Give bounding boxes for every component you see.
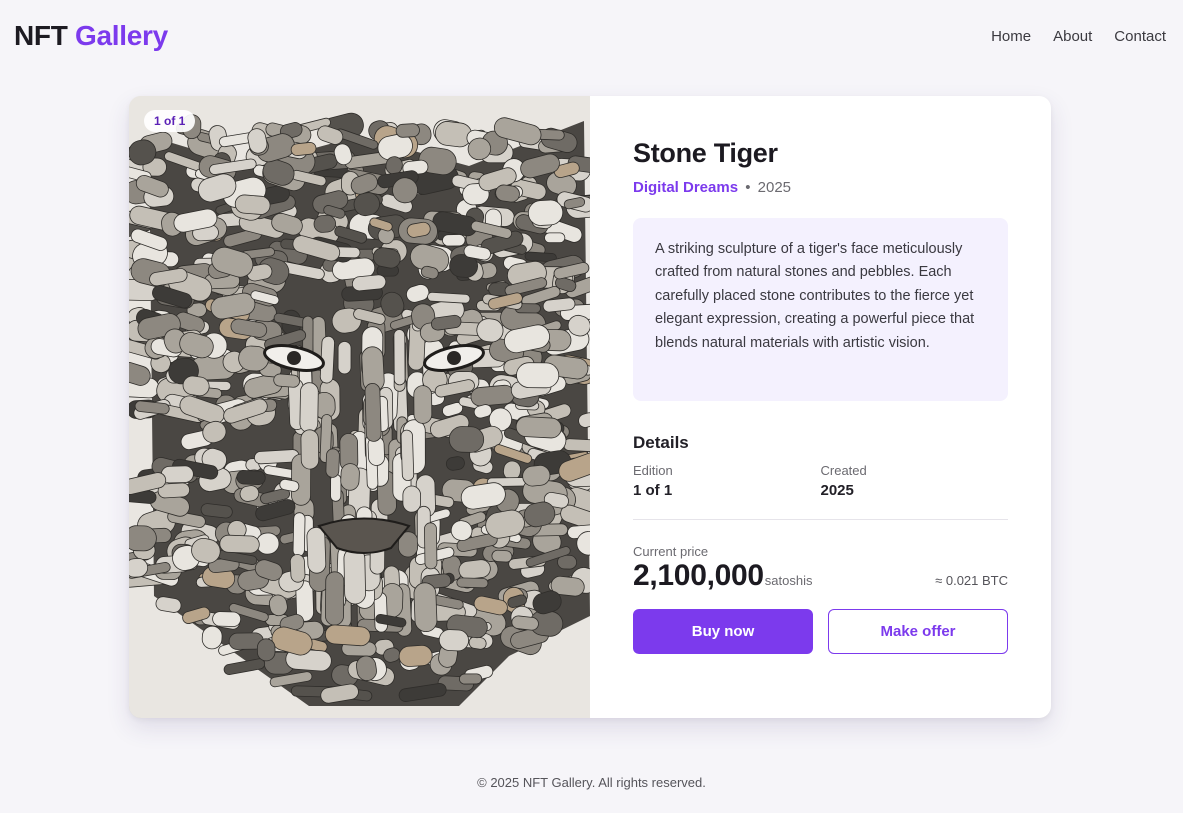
site-header: NFT Gallery Home About Contact xyxy=(0,0,1183,72)
artwork-image: 1 of 1 xyxy=(129,96,590,718)
detail-label: Edition xyxy=(633,463,673,478)
detail-value: 2025 xyxy=(820,482,854,499)
action-buttons: Buy now Make offer xyxy=(633,609,1008,654)
artist-link[interactable]: Digital Dreams xyxy=(633,179,738,196)
nav-link-about[interactable]: About xyxy=(1053,28,1092,45)
nav-link-home[interactable]: Home xyxy=(991,28,1031,45)
footer-copyright: © 2025 NFT Gallery. All rights reserved. xyxy=(477,775,706,790)
site-logo[interactable]: NFT Gallery xyxy=(14,20,168,52)
artwork-card: 1 of 1 Stone Tiger Digital Dreams • 2025… xyxy=(129,96,1051,718)
artwork-title: Stone Tiger xyxy=(633,138,778,168)
btc-equivalent: ≈ 0.021 BTC xyxy=(935,573,1008,588)
meta-separator: • xyxy=(745,179,751,196)
details-grid: Edition 1 of 1 Created 2025 xyxy=(633,463,1008,499)
logo-text: NFT xyxy=(14,20,68,51)
details-heading: Details xyxy=(633,433,689,452)
artwork-info: Stone Tiger Digital Dreams • 2025 A stri… xyxy=(590,96,1051,718)
make-offer-button[interactable]: Make offer xyxy=(828,609,1008,654)
stone-tiger-illustration xyxy=(129,96,590,718)
nav-link-contact[interactable]: Contact xyxy=(1114,28,1166,45)
edition-badge: 1 of 1 xyxy=(144,110,196,132)
site-footer: © 2025 NFT Gallery. All rights reserved. xyxy=(0,775,1183,790)
divider xyxy=(633,519,1008,520)
artwork-meta: Digital Dreams • 2025 xyxy=(633,179,1008,196)
detail-edition: Edition 1 of 1 xyxy=(633,463,821,499)
detail-value: 1 of 1 xyxy=(633,482,673,499)
detail-label: Created xyxy=(820,463,867,478)
artwork-year: 2025 xyxy=(757,179,792,196)
price-label: Current price xyxy=(633,544,709,559)
artwork-description: A striking sculpture of a tiger's face m… xyxy=(633,218,1008,401)
main-nav: Home About Contact xyxy=(991,28,1166,45)
price-unit: satoshis xyxy=(764,573,813,588)
detail-created: Created 2025 xyxy=(821,463,1009,499)
price-amount: 2,100,000 xyxy=(633,559,764,592)
logo-accent-text: Gallery xyxy=(75,20,168,51)
price-row: 2,100,000satoshis ≈ 0.021 BTC xyxy=(633,559,1008,593)
buy-now-button[interactable]: Buy now xyxy=(633,609,813,654)
